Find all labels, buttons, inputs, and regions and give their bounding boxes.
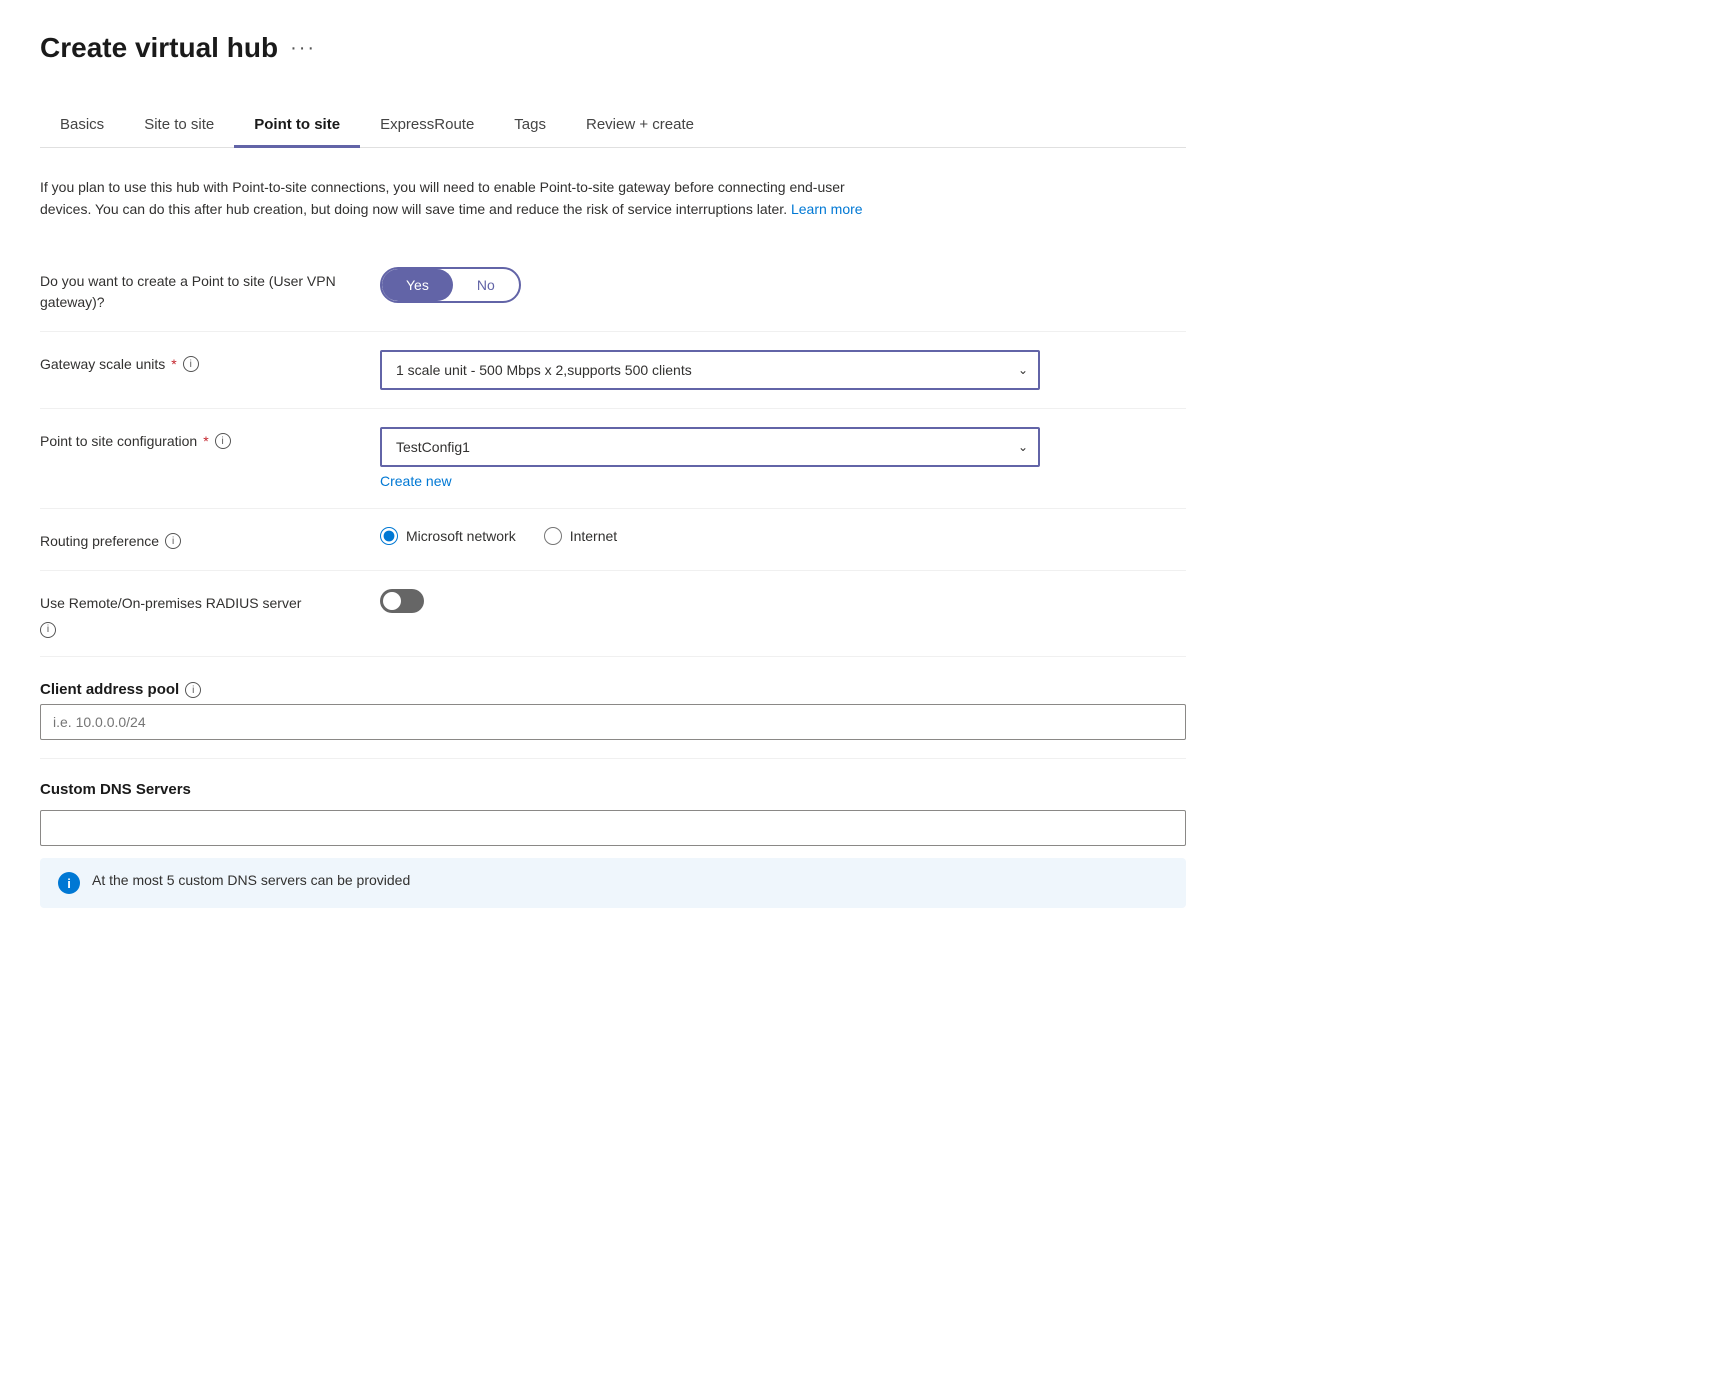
label-gateway-scale: Gateway scale units * i [40, 350, 380, 375]
label-radius-server: Use Remote/On-premises RADIUS server i [40, 589, 380, 638]
dns-section: Custom DNS Servers i At the most 5 custo… [40, 767, 1186, 908]
gateway-scale-required: * [171, 354, 176, 375]
client-address-pool-info-icon[interactable]: i [185, 682, 201, 698]
client-address-pool-heading: Client address pool [40, 679, 179, 702]
radius-server-label-text: Use Remote/On-premises RADIUS server [40, 593, 301, 614]
custom-dns-servers-input[interactable] [40, 810, 1186, 846]
form-row-gateway-scale: Gateway scale units * i 1 scale unit - 5… [40, 332, 1186, 409]
radio-microsoft-network[interactable] [380, 527, 398, 545]
no-button[interactable]: No [453, 269, 519, 301]
p2s-config-dropdown-container: TestConfig1 TestConfig2 ⌄ [380, 427, 1040, 467]
tab-expressroute[interactable]: ExpressRoute [360, 104, 494, 148]
tab-review-create[interactable]: Review + create [566, 104, 714, 148]
create-new-link[interactable]: Create new [380, 473, 452, 489]
page-title-ellipsis[interactable]: ··· [290, 37, 316, 60]
radio-internet-label: Internet [570, 528, 617, 544]
page-title-section: Create virtual hub ··· [40, 32, 1186, 64]
dns-info-text: At the most 5 custom DNS servers can be … [92, 872, 410, 888]
form-row-p2s-config: Point to site configuration * i TestConf… [40, 409, 1186, 509]
p2s-config-label-text: Point to site configuration [40, 431, 197, 452]
control-routing-preference: Microsoft network Internet [380, 527, 1186, 545]
dns-info-box: i At the most 5 custom DNS servers can b… [40, 858, 1186, 908]
radius-server-toggle[interactable] [380, 589, 424, 613]
p2s-config-info-icon[interactable]: i [215, 433, 231, 449]
tab-tags[interactable]: Tags [494, 104, 566, 148]
tab-point-to-site[interactable]: Point to site [234, 104, 360, 148]
control-p2s-config: TestConfig1 TestConfig2 ⌄ Create new [380, 427, 1186, 490]
p2s-config-dropdown[interactable]: TestConfig1 TestConfig2 [380, 427, 1040, 467]
learn-more-link[interactable]: Learn more [791, 201, 863, 217]
radio-option-microsoft-network[interactable]: Microsoft network [380, 527, 516, 545]
radio-option-internet[interactable]: Internet [544, 527, 617, 545]
page-title: Create virtual hub [40, 32, 278, 64]
radio-internet[interactable] [544, 527, 562, 545]
p2s-config-required: * [203, 431, 208, 452]
label-p2s-config: Point to site configuration * i [40, 427, 380, 452]
label-client-address-pool: Client address pool i [40, 675, 380, 702]
radius-server-label-main: Use Remote/On-premises RADIUS server [40, 593, 301, 614]
control-create-p2s: Yes No [380, 267, 1186, 303]
radio-microsoft-network-label: Microsoft network [406, 528, 516, 544]
custom-dns-servers-heading: Custom DNS Servers [40, 781, 191, 798]
client-address-pool-input-row [40, 704, 1186, 759]
routing-preference-radio-group: Microsoft network Internet [380, 527, 1186, 545]
radius-server-info-icon[interactable]: i [40, 622, 56, 638]
yes-no-toggle: Yes No [380, 267, 521, 303]
radius-server-slider [380, 589, 424, 613]
gateway-scale-dropdown-container: 1 scale unit - 500 Mbps x 2,supports 500… [380, 350, 1040, 390]
description-main: If you plan to use this hub with Point-t… [40, 179, 845, 217]
tab-site-to-site[interactable]: Site to site [124, 104, 234, 148]
label-routing-preference: Routing preference i [40, 527, 380, 552]
client-address-pool-input[interactable] [40, 704, 1186, 740]
description-text: If you plan to use this hub with Point-t… [40, 176, 890, 221]
gateway-scale-dropdown[interactable]: 1 scale unit - 500 Mbps x 2,supports 500… [380, 350, 1040, 390]
control-radius-server [380, 589, 1186, 613]
routing-preference-label-text: Routing preference [40, 531, 159, 552]
gateway-scale-info-icon[interactable]: i [183, 356, 199, 372]
routing-preference-info-icon[interactable]: i [165, 533, 181, 549]
form-row-create-p2s: Do you want to create a Point to site (U… [40, 249, 1186, 332]
gateway-scale-label-text: Gateway scale units [40, 354, 165, 375]
tab-basics[interactable]: Basics [40, 104, 124, 148]
form-row-routing-preference: Routing preference i Microsoft network I… [40, 509, 1186, 571]
label-create-p2s: Do you want to create a Point to site (U… [40, 267, 380, 313]
tab-bar: Basics Site to site Point to site Expres… [40, 104, 1186, 148]
control-gateway-scale: 1 scale unit - 500 Mbps x 2,supports 500… [380, 350, 1186, 390]
form-section: Do you want to create a Point to site (U… [40, 249, 1186, 909]
yes-button[interactable]: Yes [382, 269, 453, 301]
dns-info-icon: i [58, 872, 80, 894]
form-row-radius-server: Use Remote/On-premises RADIUS server i [40, 571, 1186, 657]
